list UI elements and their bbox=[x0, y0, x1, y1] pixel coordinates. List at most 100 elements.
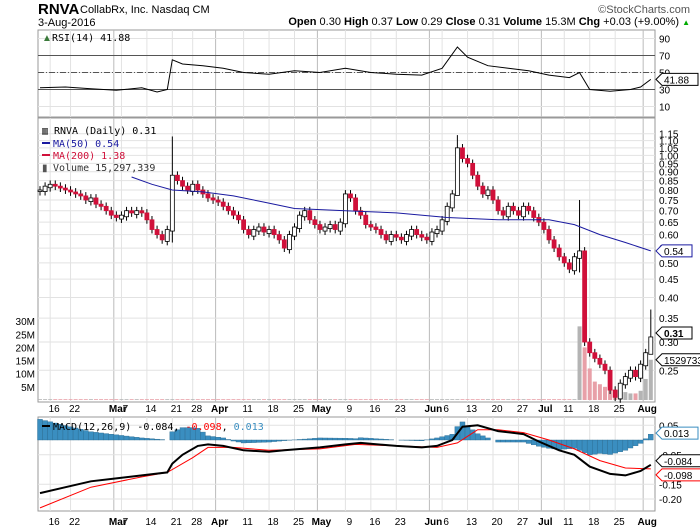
candle bbox=[378, 229, 384, 235]
macd-histogram-bar bbox=[332, 437, 338, 441]
volume-bar bbox=[267, 399, 272, 400]
volume-bar bbox=[124, 399, 129, 400]
candle bbox=[225, 205, 231, 212]
volume-bar bbox=[435, 399, 440, 400]
x-tick-label: 9 bbox=[347, 404, 353, 415]
macd-histogram-bar bbox=[592, 439, 598, 455]
candle bbox=[342, 193, 348, 225]
macd-histogram-bar bbox=[429, 438, 435, 441]
macd-histogram-bar bbox=[525, 439, 532, 444]
volume-bar bbox=[58, 399, 63, 400]
candle bbox=[643, 352, 649, 367]
volume-bar bbox=[511, 399, 516, 400]
candle bbox=[460, 147, 465, 159]
candle bbox=[93, 197, 99, 205]
x-tick-label: 18 bbox=[267, 517, 279, 528]
candle bbox=[648, 336, 654, 355]
candle bbox=[190, 183, 196, 192]
candle bbox=[220, 201, 226, 207]
volume-bar bbox=[409, 399, 414, 400]
macd-histogram-bar bbox=[520, 439, 527, 443]
candle bbox=[419, 234, 425, 238]
candle bbox=[393, 234, 399, 238]
macd-histogram-bar bbox=[93, 432, 99, 441]
x-tick-label: 18 bbox=[588, 517, 600, 528]
volume-bar bbox=[307, 399, 312, 400]
volume-bar bbox=[155, 399, 160, 400]
volume-bar bbox=[536, 399, 541, 400]
volume-bar bbox=[496, 399, 501, 400]
candle bbox=[68, 189, 73, 193]
x-tick-label: 25 bbox=[614, 517, 626, 528]
price-tick-label: 0.60 bbox=[659, 231, 679, 242]
macd-histogram-bar bbox=[357, 437, 364, 441]
x-tick-label: 21 bbox=[171, 404, 183, 415]
macd-histogram-bar bbox=[510, 439, 517, 443]
candle bbox=[231, 210, 236, 216]
volume-bar bbox=[404, 399, 409, 400]
volume-bar bbox=[440, 399, 445, 400]
x-tick-label: 22 bbox=[69, 404, 81, 415]
candle bbox=[271, 229, 277, 235]
volume-bar bbox=[475, 399, 480, 400]
candle bbox=[57, 185, 63, 189]
candle bbox=[327, 224, 333, 229]
candle bbox=[495, 199, 501, 212]
volume-bar bbox=[282, 399, 287, 400]
candle bbox=[617, 382, 623, 400]
macd-histogram-bar bbox=[602, 439, 608, 455]
candle bbox=[510, 205, 516, 212]
x-tick-label: 11 bbox=[563, 517, 574, 528]
candle bbox=[63, 187, 68, 191]
candle bbox=[124, 210, 129, 218]
candle bbox=[373, 226, 379, 230]
x-tick-label: 11 bbox=[242, 517, 253, 528]
macd-histogram-bar bbox=[643, 438, 649, 441]
candle bbox=[531, 210, 537, 218]
volume-bar bbox=[445, 399, 450, 400]
macd-histogram-bar bbox=[413, 439, 420, 441]
candle bbox=[383, 234, 389, 241]
candle bbox=[597, 357, 603, 365]
macd-histogram-bar bbox=[363, 437, 369, 441]
macd-histogram-bar bbox=[571, 439, 578, 449]
macd-histogram-bar bbox=[617, 439, 623, 452]
candle bbox=[246, 229, 252, 235]
candle bbox=[622, 376, 628, 386]
candle bbox=[424, 236, 430, 241]
volume-value-tag: 15297339 bbox=[664, 356, 700, 367]
macd-histogram-bar bbox=[419, 439, 425, 441]
candle bbox=[612, 389, 618, 398]
volume-bar bbox=[572, 399, 577, 400]
candle bbox=[98, 203, 104, 207]
candle bbox=[475, 174, 481, 187]
volume-bar bbox=[114, 399, 119, 400]
volume-bar bbox=[302, 399, 307, 400]
price-tick-label: 0.75 bbox=[659, 196, 679, 207]
volume-bar bbox=[272, 399, 277, 400]
candle bbox=[37, 189, 43, 192]
x-tick-label: 13 bbox=[466, 517, 478, 528]
volume-bar bbox=[43, 399, 48, 400]
macd-histogram-bar bbox=[459, 421, 466, 441]
volume-bar bbox=[231, 399, 236, 400]
x-tick-label: 11 bbox=[242, 404, 253, 415]
volume-tick-label: 20M bbox=[16, 343, 35, 354]
x-tick-label: May bbox=[312, 517, 332, 528]
volume-bar bbox=[317, 399, 322, 400]
macd-histogram-bar bbox=[205, 435, 211, 441]
macd-histogram-bar bbox=[444, 435, 450, 441]
volume-bar bbox=[582, 347, 587, 400]
macd-histogram-bar bbox=[322, 437, 328, 441]
volume-bar bbox=[190, 399, 195, 400]
price-tick-label: 0.70 bbox=[659, 207, 679, 218]
volume-bar bbox=[292, 399, 297, 400]
volume-bar bbox=[602, 386, 607, 400]
candle bbox=[256, 226, 262, 232]
macd-histogram-bar bbox=[225, 439, 232, 441]
candle bbox=[337, 221, 343, 232]
volume-bar bbox=[221, 399, 226, 400]
rsi-tick-label: 70 bbox=[659, 52, 671, 63]
volume-bar bbox=[104, 399, 109, 400]
x-tick-label: 7 bbox=[123, 517, 129, 528]
